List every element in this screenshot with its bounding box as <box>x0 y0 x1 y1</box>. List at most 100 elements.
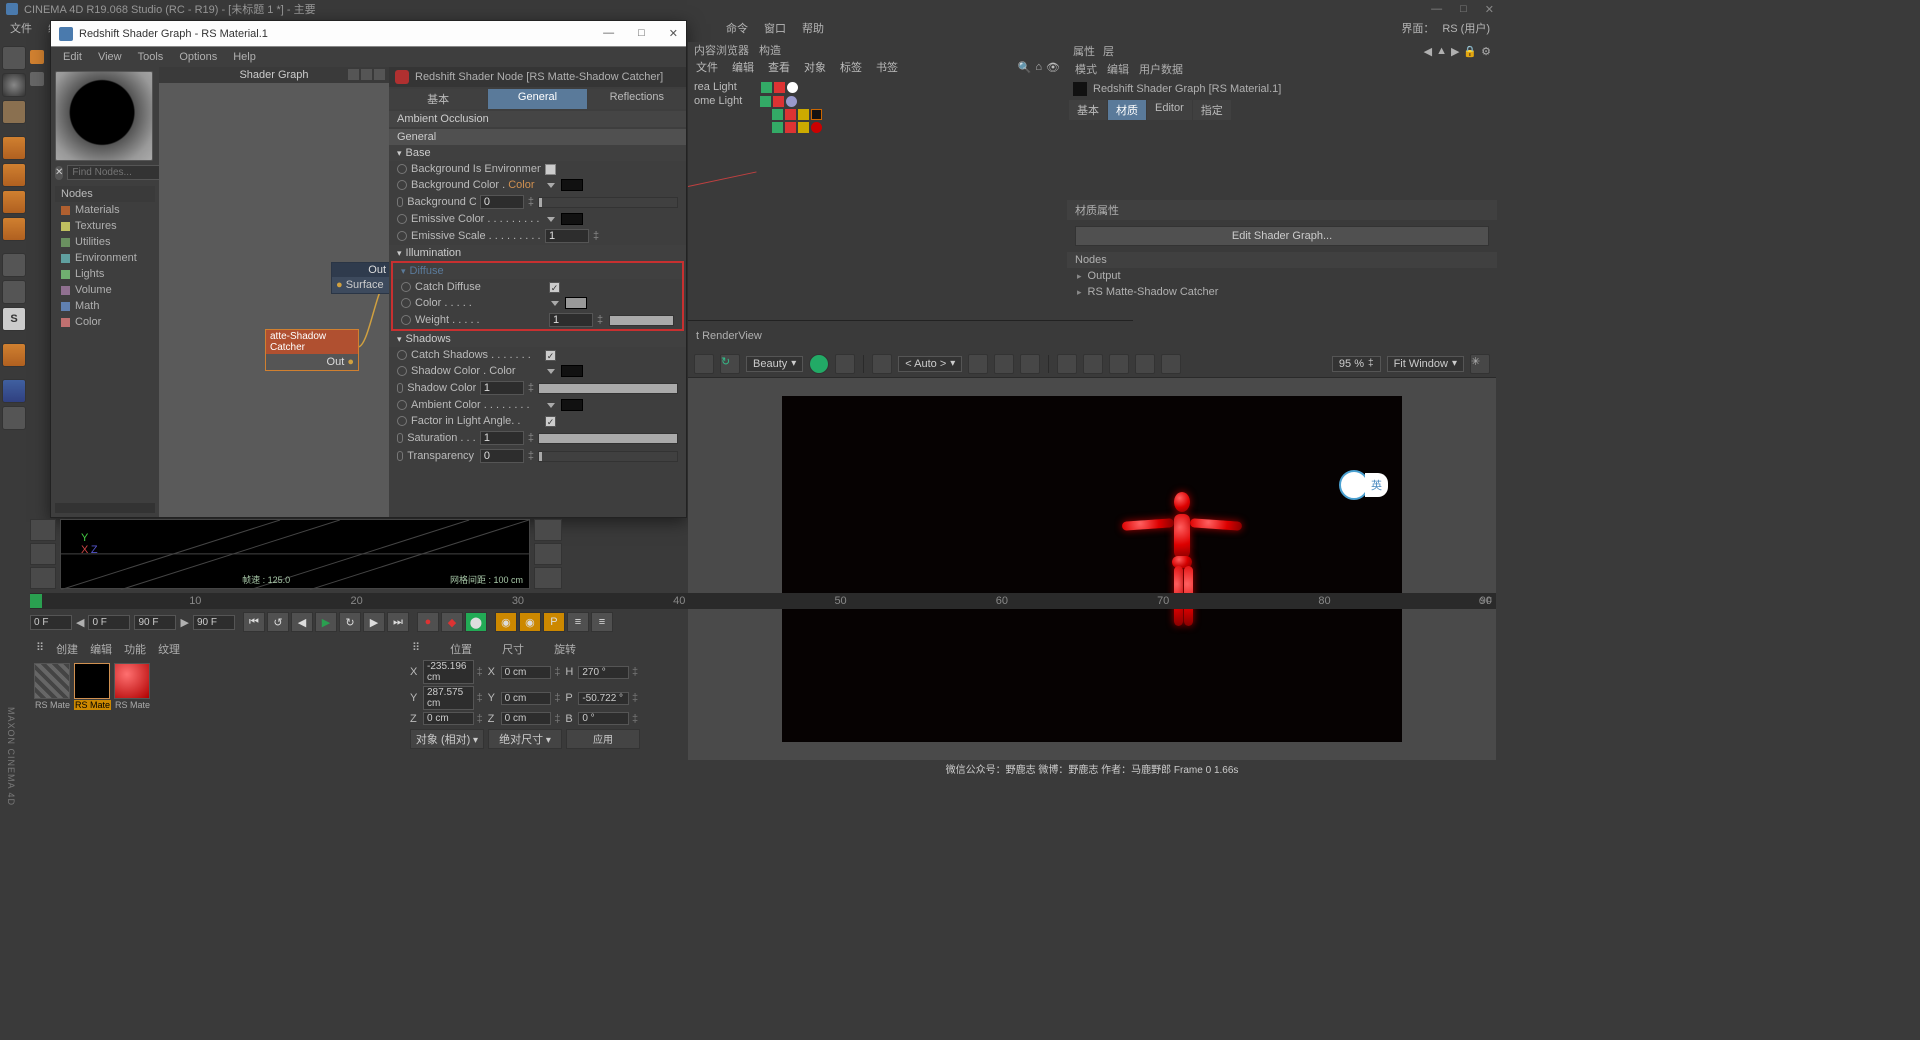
layout-value[interactable]: RS (用户) <box>1442 20 1490 36</box>
vp-icon[interactable] <box>30 567 56 589</box>
zoom-field[interactable]: 95 % ‡ <box>1332 356 1381 372</box>
renderview-tab[interactable]: t RenderView <box>696 330 762 342</box>
opt1-icon[interactable]: ◉ <box>495 612 517 632</box>
attr-node-msc[interactable]: RS Matte-Shadow Catcher <box>1067 284 1497 300</box>
tab-structure[interactable]: 构造 <box>759 42 781 58</box>
opt5-icon[interactable]: ≡ <box>591 612 613 632</box>
close-icon[interactable]: ✕ <box>1485 3 1494 16</box>
opt4-icon[interactable]: ≡ <box>567 612 589 632</box>
sphere-icon[interactable] <box>2 73 26 97</box>
opt2-icon[interactable]: ◉ <box>519 612 541 632</box>
dialog-minimize-icon[interactable]: — <box>603 27 614 40</box>
dialog-maximize-icon[interactable]: □ <box>638 27 645 40</box>
coord-mode-dropdown[interactable]: 对象 (相对) ▾ <box>410 729 484 749</box>
menu-window[interactable]: 窗口 <box>764 20 786 36</box>
bg-env-checkbox[interactable] <box>545 164 556 175</box>
tab-browser[interactable]: 内容浏览器 <box>694 42 749 58</box>
render-lock-icon[interactable] <box>694 354 714 374</box>
node-category[interactable]: Volume <box>55 282 155 298</box>
dlg-menu-options[interactable]: Options <box>179 51 217 63</box>
chevron-right-icon[interactable]: ▶ <box>180 616 188 629</box>
cube-icon[interactable] <box>2 136 26 160</box>
goto-end-icon[interactable]: ⏭ <box>387 612 409 632</box>
grip-icon[interactable]: ⠿ <box>36 641 44 657</box>
dlg-menu-tools[interactable]: Tools <box>138 51 164 63</box>
attr-tab-editor[interactable]: Editor <box>1147 100 1192 120</box>
clear-search-icon[interactable]: ✕ <box>55 166 63 180</box>
record-icon[interactable]: ● <box>417 612 439 632</box>
object-row[interactable] <box>694 121 1062 134</box>
scrollbar-horizontal[interactable] <box>55 503 155 513</box>
group-diffuse[interactable]: Diffuse <box>393 263 682 279</box>
shadow-alpha-field[interactable] <box>480 381 524 395</box>
tool-icon[interactable] <box>835 354 855 374</box>
vp-icon[interactable] <box>30 519 56 541</box>
bg-alpha-field[interactable] <box>480 195 524 209</box>
factor-light-checkbox[interactable]: ✓ <box>545 416 556 427</box>
dialog-titlebar[interactable]: Redshift Shader Graph - RS Material.1 — … <box>51 21 686 47</box>
minimize-icon[interactable]: — <box>1431 3 1442 16</box>
axis-icon[interactable] <box>2 253 26 277</box>
menu-cmd[interactable]: 命令 <box>726 20 748 36</box>
expand-icon[interactable] <box>547 217 555 222</box>
node-category[interactable]: Lights <box>55 266 155 282</box>
crop-icon[interactable] <box>872 354 892 374</box>
undo-icon[interactable] <box>2 46 26 70</box>
dlg-menu-edit[interactable]: Edit <box>63 51 82 63</box>
emissive-color-swatch[interactable] <box>561 213 583 225</box>
node-category[interactable]: Textures <box>55 218 155 234</box>
shadow-alpha-slider[interactable] <box>538 383 678 394</box>
lock2-icon[interactable] <box>968 354 988 374</box>
transparency-slider[interactable] <box>538 451 678 462</box>
graph-tool-icon[interactable] <box>361 69 372 80</box>
cube4-icon[interactable] <box>2 217 26 241</box>
frame-start-field[interactable] <box>30 615 72 630</box>
diffuse-color-swatch[interactable] <box>565 297 587 309</box>
nav-back-icon[interactable]: ◀ <box>1424 45 1432 58</box>
tab-basic[interactable]: 基本 <box>389 89 487 109</box>
material-item[interactable]: RS Mate <box>114 663 151 710</box>
snap3-icon[interactable] <box>1135 354 1155 374</box>
fit-dropdown[interactable]: Fit Window ▾ <box>1387 356 1464 372</box>
material-preview[interactable] <box>55 71 153 161</box>
ambient-color-swatch[interactable] <box>561 399 583 411</box>
group-shadows[interactable]: Shadows <box>389 331 686 347</box>
dlg-menu-view[interactable]: View <box>98 51 122 63</box>
transparency-field[interactable] <box>480 449 524 463</box>
nav-up-icon[interactable]: ▲ <box>1436 45 1447 58</box>
bg-alpha-slider[interactable] <box>538 197 678 208</box>
copy-icon[interactable] <box>1161 354 1181 374</box>
nav-fwd-icon[interactable]: ▶ <box>1451 45 1459 58</box>
shadow-color-swatch[interactable] <box>561 365 583 377</box>
catch-diffuse-checkbox[interactable]: ✓ <box>549 282 560 293</box>
eye-icon[interactable]: 👁 <box>1046 61 1060 74</box>
grid-icon[interactable] <box>2 406 26 430</box>
group-base[interactable]: Base <box>389 145 686 161</box>
expand-icon[interactable] <box>547 403 555 408</box>
expand-icon[interactable] <box>551 301 559 306</box>
node-output[interactable]: Out ● Surface <box>331 262 389 294</box>
gear-icon[interactable]: ✳ <box>1470 354 1490 374</box>
graph-tool-icon[interactable] <box>374 69 385 80</box>
mouse-icon[interactable] <box>2 280 26 304</box>
rgb-icon[interactable] <box>809 354 829 374</box>
chevron-left-icon[interactable]: ◀ <box>76 616 84 629</box>
vp-nav-icon[interactable] <box>534 543 562 565</box>
goto-start-icon[interactable]: ⏮ <box>243 612 265 632</box>
saturation-field[interactable] <box>480 431 524 445</box>
checker-icon[interactable] <box>2 100 26 124</box>
sub-icon2[interactable] <box>30 72 44 86</box>
cube2-icon[interactable] <box>2 163 26 187</box>
frame-end-field[interactable] <box>134 615 176 630</box>
next-frame-icon[interactable]: ↻ <box>339 612 361 632</box>
object-row[interactable] <box>694 108 1062 121</box>
lock-icon[interactable] <box>2 379 26 403</box>
play-icon[interactable]: ▶ <box>315 612 337 632</box>
refresh-icon[interactable]: ↻ <box>720 354 740 374</box>
emissive-scale-field[interactable] <box>545 229 589 243</box>
dialog-close-icon[interactable]: ✕ <box>669 27 678 40</box>
grip-icon[interactable]: ⠿ <box>412 641 420 657</box>
prev-frame-icon[interactable]: ◀ <box>291 612 313 632</box>
home-icon[interactable]: ⌂ <box>1035 61 1042 74</box>
timeline[interactable]: 0102030405060708090 0 F <box>30 593 1496 609</box>
